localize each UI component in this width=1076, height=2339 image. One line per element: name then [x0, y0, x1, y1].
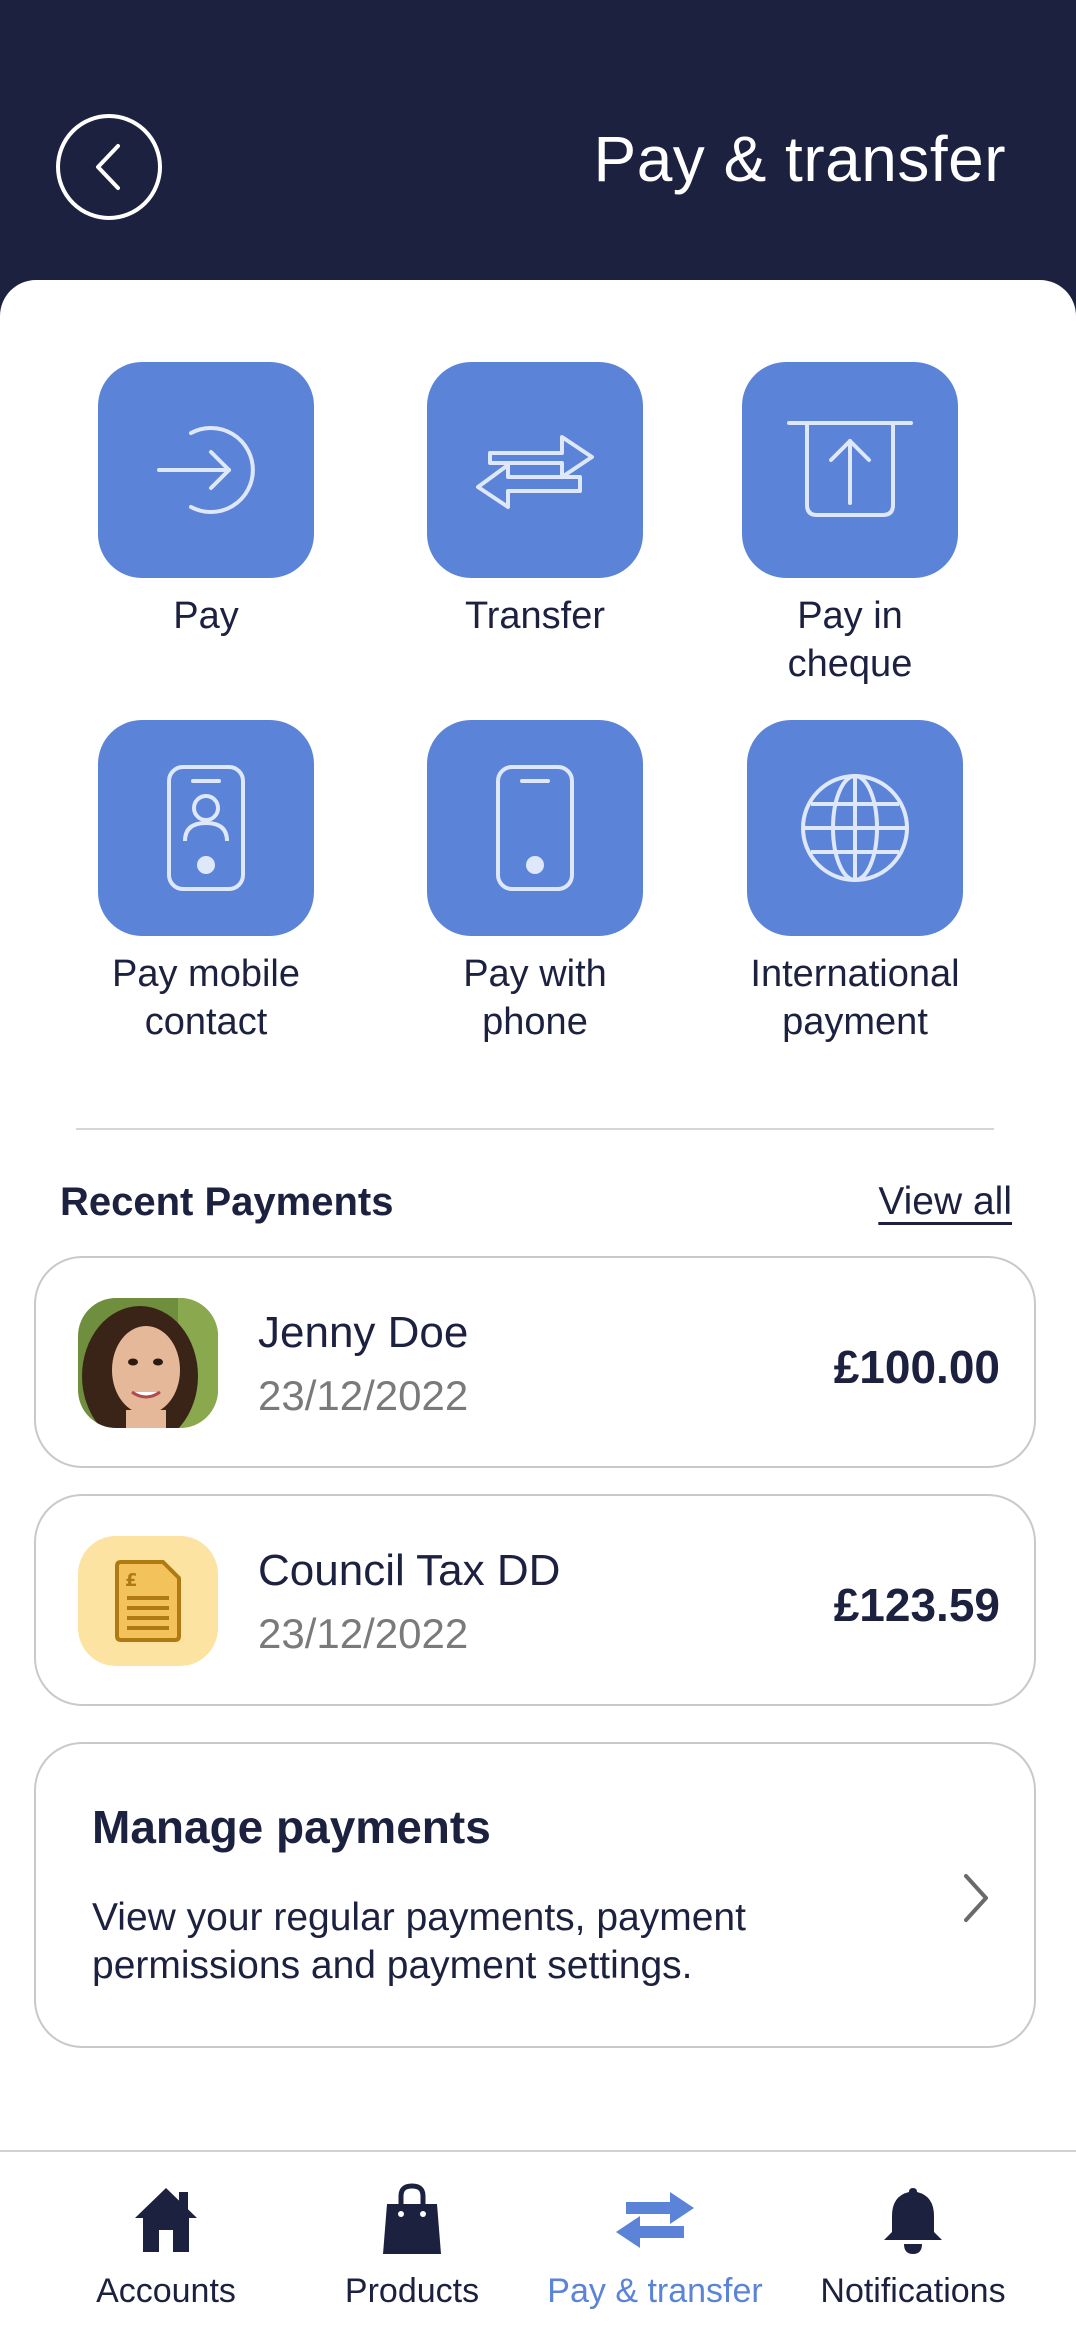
mobile-phone-icon: [496, 765, 574, 891]
pay-with-phone-label: Pay with phone: [370, 950, 700, 1046]
manage-payments-card[interactable]: Manage payments View your regular paymen…: [34, 1742, 1036, 2048]
manage-payments-description: View your regular payments, payment perm…: [92, 1896, 746, 1987]
svg-text:£: £: [125, 1570, 138, 1591]
top-header: Pay & transfer: [0, 0, 1076, 300]
nav-products[interactable]: Products: [287, 2180, 537, 2311]
manage-payments-title: Manage payments: [92, 1801, 491, 1853]
pay-in-cheque-action[interactable]: Pay in cheque: [685, 362, 1015, 688]
pay-with-phone-label-line1: Pay with: [463, 953, 607, 995]
pay-mobile-contact-label-line1: Pay mobile: [112, 953, 300, 995]
transfer-tile[interactable]: [427, 362, 643, 578]
pay-mobile-contact-label-line2: contact: [144, 1001, 268, 1043]
recent-payments-title: Recent Payments: [60, 1180, 394, 1224]
swap-arrows-icon: [616, 2192, 694, 2248]
avatar: [78, 1298, 218, 1428]
pay-tile[interactable]: [98, 362, 314, 578]
home-icon: [135, 2188, 197, 2252]
pay-with-phone-tile[interactable]: [427, 720, 643, 936]
globe-icon: [801, 774, 909, 882]
back-button[interactable]: [56, 114, 162, 220]
pay-in-cheque-label: Pay in cheque: [685, 592, 1015, 688]
international-payment-label-line1: International: [750, 953, 960, 995]
payment-amount: £123.59: [833, 1579, 1000, 1631]
chevron-right-icon: [964, 1874, 988, 1922]
payment-amount: £100.00: [833, 1341, 1000, 1393]
view-all-link[interactable]: View all: [878, 1180, 1012, 1224]
recent-payment-item[interactable]: £ Council Tax DD 23/12/2022 £123.59: [34, 1494, 1036, 1706]
nav-notifications[interactable]: Notifications: [788, 2180, 1038, 2311]
nav-label: Accounts: [96, 2272, 236, 2310]
international-payment-label: International payment: [690, 950, 1020, 1046]
pay-mobile-contact-action[interactable]: Pay mobile contact: [41, 720, 371, 1046]
pay-with-phone-action[interactable]: Pay with phone: [370, 720, 700, 1046]
payment-date: 23/12/2022: [258, 1372, 469, 1419]
pay-mobile-contact-label: Pay mobile contact: [41, 950, 371, 1046]
payee-name: Council Tax DD: [258, 1546, 561, 1595]
bell-icon: [884, 2188, 942, 2254]
pay-with-phone-label-line2: phone: [482, 1001, 588, 1043]
pay-in-cheque-label-line2: cheque: [787, 643, 913, 685]
pay-mobile-contact-tile[interactable]: [98, 720, 314, 936]
payment-date: 23/12/2022: [258, 1610, 469, 1657]
pay-in-cheque-label-line1: Pay in: [797, 595, 903, 637]
nav-pay-transfer[interactable]: Pay & transfer: [530, 2180, 780, 2311]
arrow-into-circle-icon: [157, 426, 255, 514]
transfer-label: Transfer: [464, 595, 606, 637]
nav-label: Pay & transfer: [547, 2272, 763, 2310]
content-sheet: Pay Transfer Pay in cheque Pay mobile co…: [0, 280, 1076, 2150]
recent-payment-item[interactable]: Jenny Doe 23/12/2022 £100.00: [34, 1256, 1036, 1468]
chevron-left-icon: [96, 144, 120, 190]
international-payment-action[interactable]: International payment: [690, 720, 1020, 1046]
pay-action[interactable]: Pay: [41, 362, 371, 640]
shopping-bag-icon: [383, 2183, 441, 2254]
international-payment-label-line2: payment: [782, 1001, 928, 1043]
nav-accounts[interactable]: Accounts: [41, 2180, 291, 2311]
bill-document-icon: £: [78, 1536, 218, 1666]
transfer-action[interactable]: Transfer: [370, 362, 700, 640]
swap-arrows-icon: [476, 435, 594, 509]
nav-label: Products: [344, 2272, 480, 2310]
phone-contact-icon: [167, 765, 245, 891]
page-title: Pay & transfer: [593, 123, 1006, 195]
international-payment-tile[interactable]: [747, 720, 963, 936]
nav-label: Notifications: [820, 2272, 1006, 2310]
divider: [76, 1128, 994, 1130]
deposit-slot-icon: [787, 421, 913, 517]
pay-in-cheque-tile[interactable]: [742, 362, 958, 578]
bottom-nav: Accounts Products Pay & transfer Notific…: [0, 2150, 1076, 2339]
pay-label: Pay: [173, 595, 239, 637]
payee-name: Jenny Doe: [258, 1308, 469, 1357]
